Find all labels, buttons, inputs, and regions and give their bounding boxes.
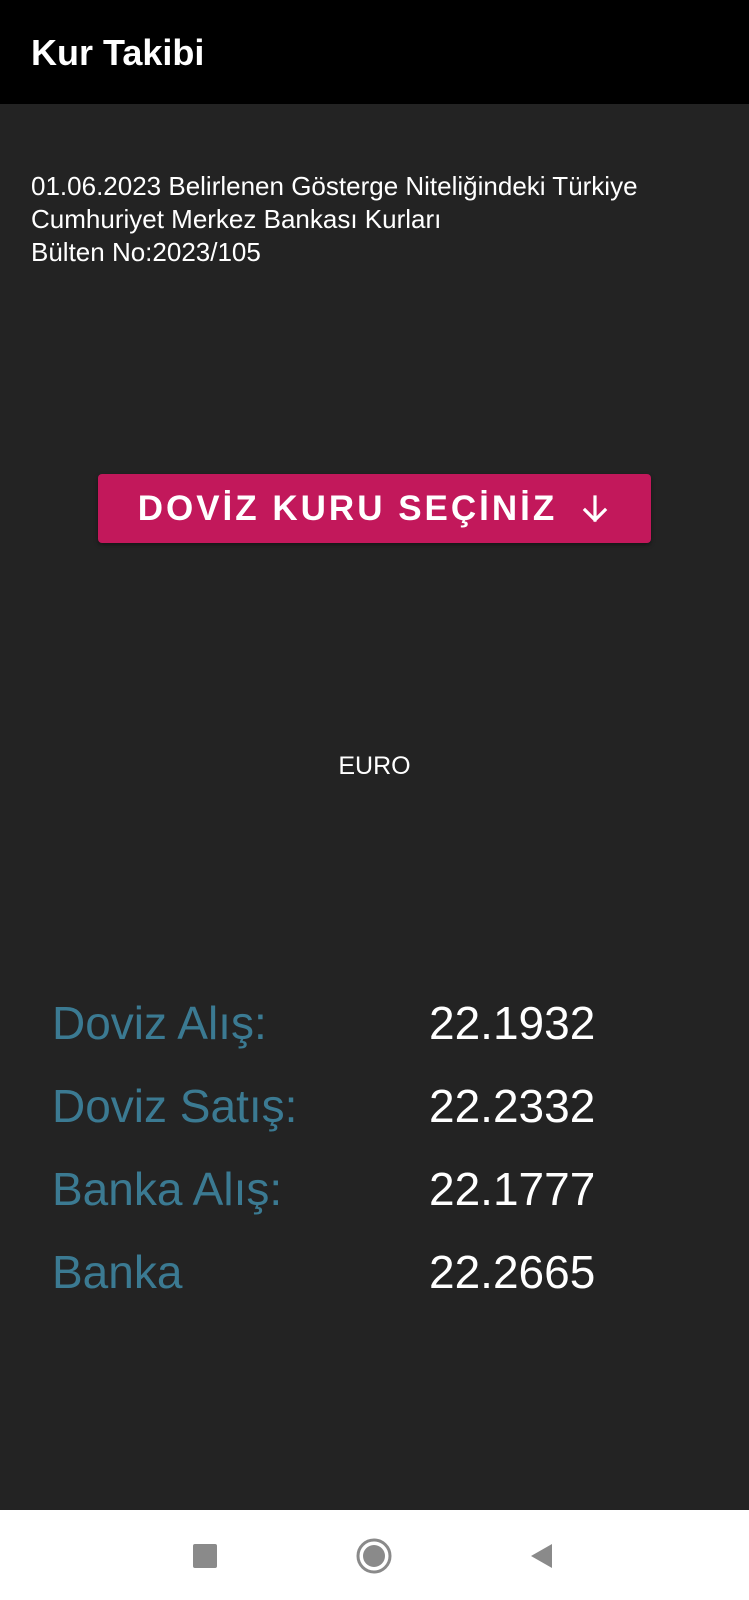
rate-value: 22.1932 — [429, 997, 596, 1049]
rate-label: Banka Alış: — [52, 1163, 283, 1215]
rate-label: Banka — [52, 1246, 183, 1298]
arrow-down-icon — [579, 493, 611, 525]
selected-currency-name: EURO — [338, 752, 411, 780]
app-screen: Kur Takibi 01.06.2023 Belirlenen Gösterg… — [0, 0, 749, 1600]
rate-value: 22.2332 — [429, 1080, 596, 1132]
rate-row-banka-alis: Banka Alış: 22.1777 — [52, 1161, 692, 1244]
select-currency-button[interactable]: DOVİZ KURU SEÇİNİZ — [98, 474, 651, 543]
rate-row-doviz-alis: Doviz Alış: 22.1932 — [52, 995, 692, 1078]
rate-label: Doviz Satış: — [52, 1080, 298, 1132]
app-title: Kur Takibi — [31, 32, 205, 73]
rate-value: 22.1777 — [429, 1163, 596, 1215]
rate-row-banka: Banka 22.2665 — [52, 1244, 692, 1327]
rate-row-doviz-satis: Doviz Satış: 22.2332 — [52, 1078, 692, 1161]
rates-table: Doviz Alış: 22.1932 Doviz Satış: 22.2332… — [52, 995, 692, 1327]
rate-label: Doviz Alış: — [52, 997, 267, 1049]
bulletin-number: Bülten No:2023/105 — [31, 237, 261, 267]
rate-value: 22.2665 — [429, 1246, 596, 1298]
recents-square-icon[interactable] — [183, 1534, 227, 1578]
select-currency-label: DOVİZ KURU SEÇİNİZ — [137, 488, 558, 528]
bulletin-bank-line: Cumhuriyet Merkez Bankası Kurları — [31, 204, 442, 234]
back-triangle-icon[interactable] — [520, 1534, 564, 1578]
bulletin-date-line: 01.06.2023 Belirlenen Gösterge Niteliğin… — [31, 171, 638, 201]
app-bar: Kur Takibi — [0, 0, 749, 104]
bulletin-info: 01.06.2023 Belirlenen Gösterge Niteliğin… — [31, 170, 731, 269]
home-circle-icon[interactable] — [352, 1534, 396, 1578]
